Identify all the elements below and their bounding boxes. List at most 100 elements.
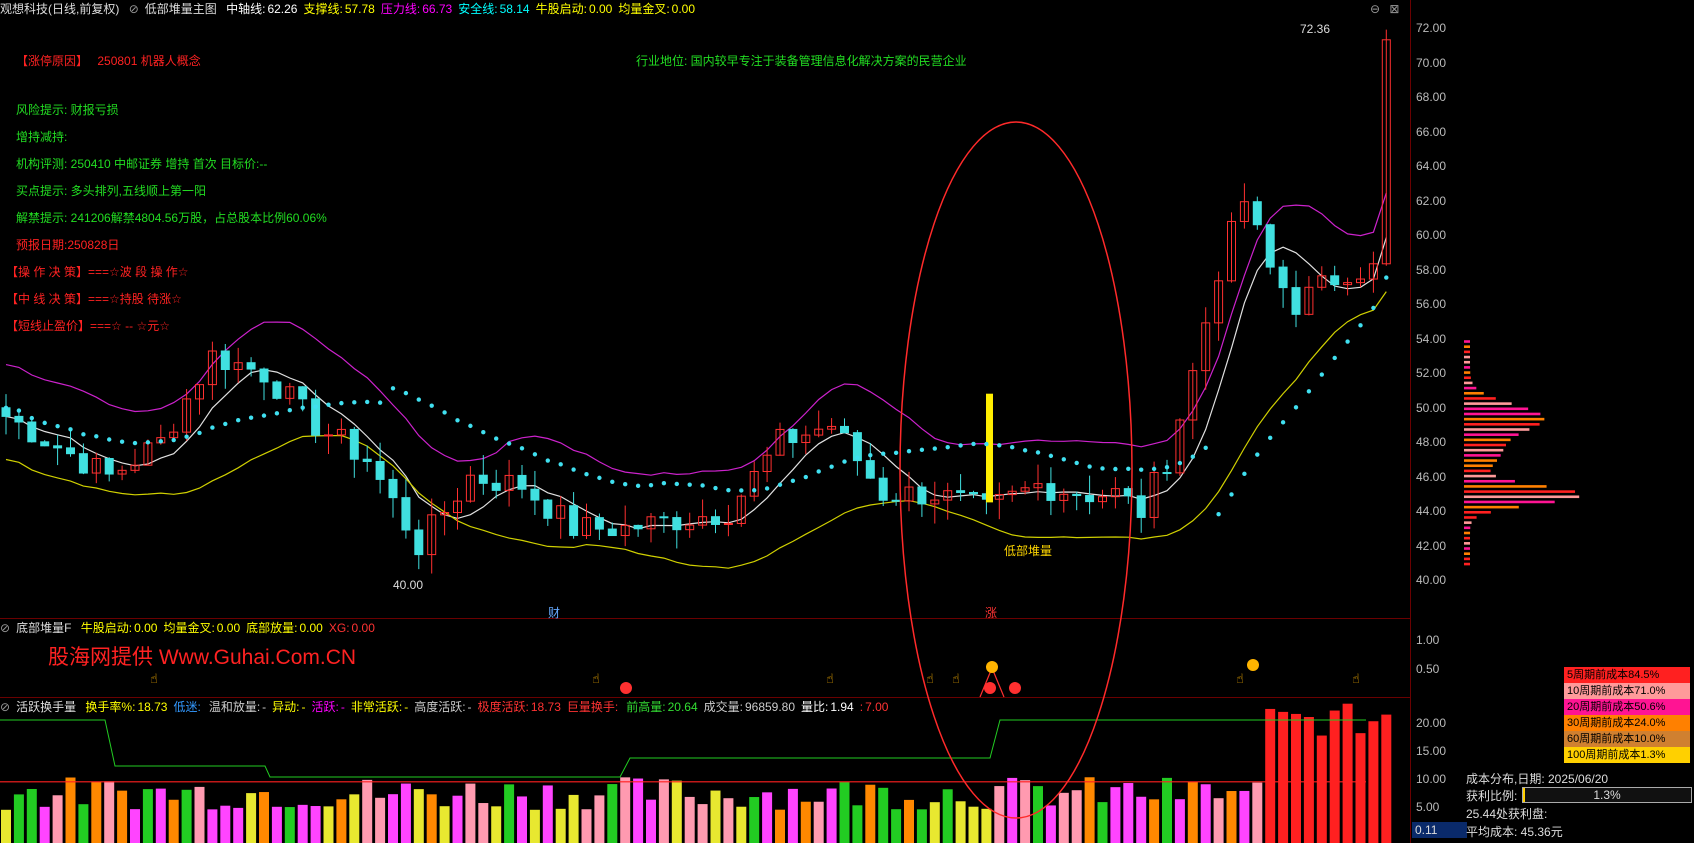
low-item-value: - [301, 700, 306, 714]
safety-dot [223, 421, 228, 427]
indicator-toggle-icon[interactable]: ⊘ [0, 700, 10, 714]
low-item-12: :7.00 [860, 700, 889, 714]
chip-bar [1464, 433, 1519, 436]
low-axis-1: 20.00 [1416, 716, 1447, 730]
safety-dot [842, 459, 847, 464]
mid-panel-name[interactable]: 底部堆量F [16, 621, 71, 635]
chip-legend-row-2: 20周期前成本50.6% [1564, 699, 1690, 715]
volume-bar [297, 804, 308, 843]
volume-bar [813, 801, 824, 843]
volume-bar [1123, 783, 1134, 843]
signal-hand-icon: ☝ [1352, 672, 1360, 687]
low-item-label: 成交量: [703, 700, 743, 714]
low-panel-name[interactable]: 活跃换手量 [16, 700, 76, 714]
limit-up-tag[interactable]: 涨 [985, 604, 997, 621]
highlight-ellipse [899, 121, 1133, 819]
safety-dot [171, 437, 176, 443]
low-item-value: 7.00 [865, 700, 889, 714]
volume-bar [336, 799, 347, 843]
chip-bar [1464, 536, 1471, 540]
low-item-label: 温和放量: [208, 700, 261, 714]
chip-bar [1464, 360, 1471, 364]
safety-dot [1371, 305, 1376, 311]
safety-dot [3, 405, 9, 410]
safety-dot [468, 423, 473, 429]
safety-dot [1242, 471, 1247, 477]
low-item-value: 18.73 [530, 700, 561, 714]
safety-dot [803, 474, 808, 480]
safety-dot [1216, 511, 1221, 517]
chip-bar [1464, 350, 1471, 354]
signal-hand-icon: ☝ [926, 672, 934, 687]
low-item-label: 高度活跃: [414, 700, 466, 714]
candle-body [1072, 493, 1082, 497]
volume-bar [1110, 787, 1121, 843]
candle-body [1330, 275, 1340, 286]
chip-bar [1464, 355, 1471, 359]
mid-item-value: 0.00 [134, 621, 158, 635]
volume-bar [723, 798, 734, 843]
volume-bar [323, 806, 334, 843]
safety-dot [1332, 355, 1337, 361]
volume-bar [181, 789, 192, 843]
volume-bar [1162, 777, 1172, 843]
safety-dot [1151, 466, 1157, 472]
mid-item-value: 0.00 [351, 621, 375, 635]
low-item-value: - [340, 700, 345, 714]
safety-dot [274, 411, 280, 416]
previous-high-line [0, 719, 1366, 778]
candle-body [324, 434, 333, 437]
candle-body [220, 350, 230, 371]
candle-body [840, 425, 849, 434]
safety-dot [1139, 467, 1144, 472]
volume-bar [284, 807, 295, 843]
low-item-value: 96859.80 [744, 700, 796, 714]
chip-bar [1464, 459, 1497, 462]
volume-bar [1265, 708, 1276, 843]
candle-body [1085, 495, 1095, 503]
candle-body [414, 529, 424, 556]
chip-bar [1464, 366, 1471, 369]
safety-dot [42, 420, 47, 426]
chip-bar [1464, 500, 1555, 504]
chip-bar [1464, 490, 1576, 493]
safety-dot [984, 441, 989, 447]
chip-bar [1464, 464, 1493, 468]
safety-dot [1022, 448, 1028, 453]
volume-bar [426, 794, 437, 843]
chip-bar [1464, 479, 1515, 483]
safety-dot [1010, 444, 1015, 450]
axis-line [5, 237, 1387, 530]
safety-dot [119, 439, 125, 444]
indicator-toggle-icon[interactable]: ⊘ [0, 621, 10, 635]
safety-dot [1074, 460, 1079, 466]
candle-body [53, 445, 63, 449]
chip-legend-row-0: 5周期前成本84.5% [1564, 667, 1690, 683]
candle-body [401, 497, 411, 531]
profit-position-line: 25.44处获利盘: [1466, 807, 1548, 821]
candle-body [272, 381, 282, 399]
volume-bar [1174, 799, 1185, 843]
chip-bar [1464, 371, 1471, 374]
safety-dot [429, 403, 434, 408]
safety-dot [1358, 323, 1363, 328]
pressure-line [5, 192, 1387, 476]
finance-tag[interactable]: 财 [548, 604, 560, 621]
chip-bar [1464, 516, 1477, 519]
volume-bar [13, 794, 24, 843]
safety-dot [29, 415, 34, 421]
mid-item-label: 底部放量: [246, 621, 298, 635]
chip-bar [1464, 531, 1471, 535]
safety-dot [893, 450, 899, 456]
safety-dot [326, 402, 331, 407]
safety-dot [55, 423, 60, 429]
volume-bar [736, 806, 747, 843]
low-item-label: 异动: [272, 700, 300, 714]
safety-dot [1190, 454, 1196, 459]
safety-dot [1280, 420, 1286, 425]
mid-axis-1: 1.00 [1416, 633, 1440, 647]
safety-dot [197, 430, 202, 436]
safety-dot [532, 452, 538, 457]
safety-dot [1203, 445, 1208, 450]
chip-legend-row-5: 100周期前成本1.3% [1564, 747, 1690, 763]
